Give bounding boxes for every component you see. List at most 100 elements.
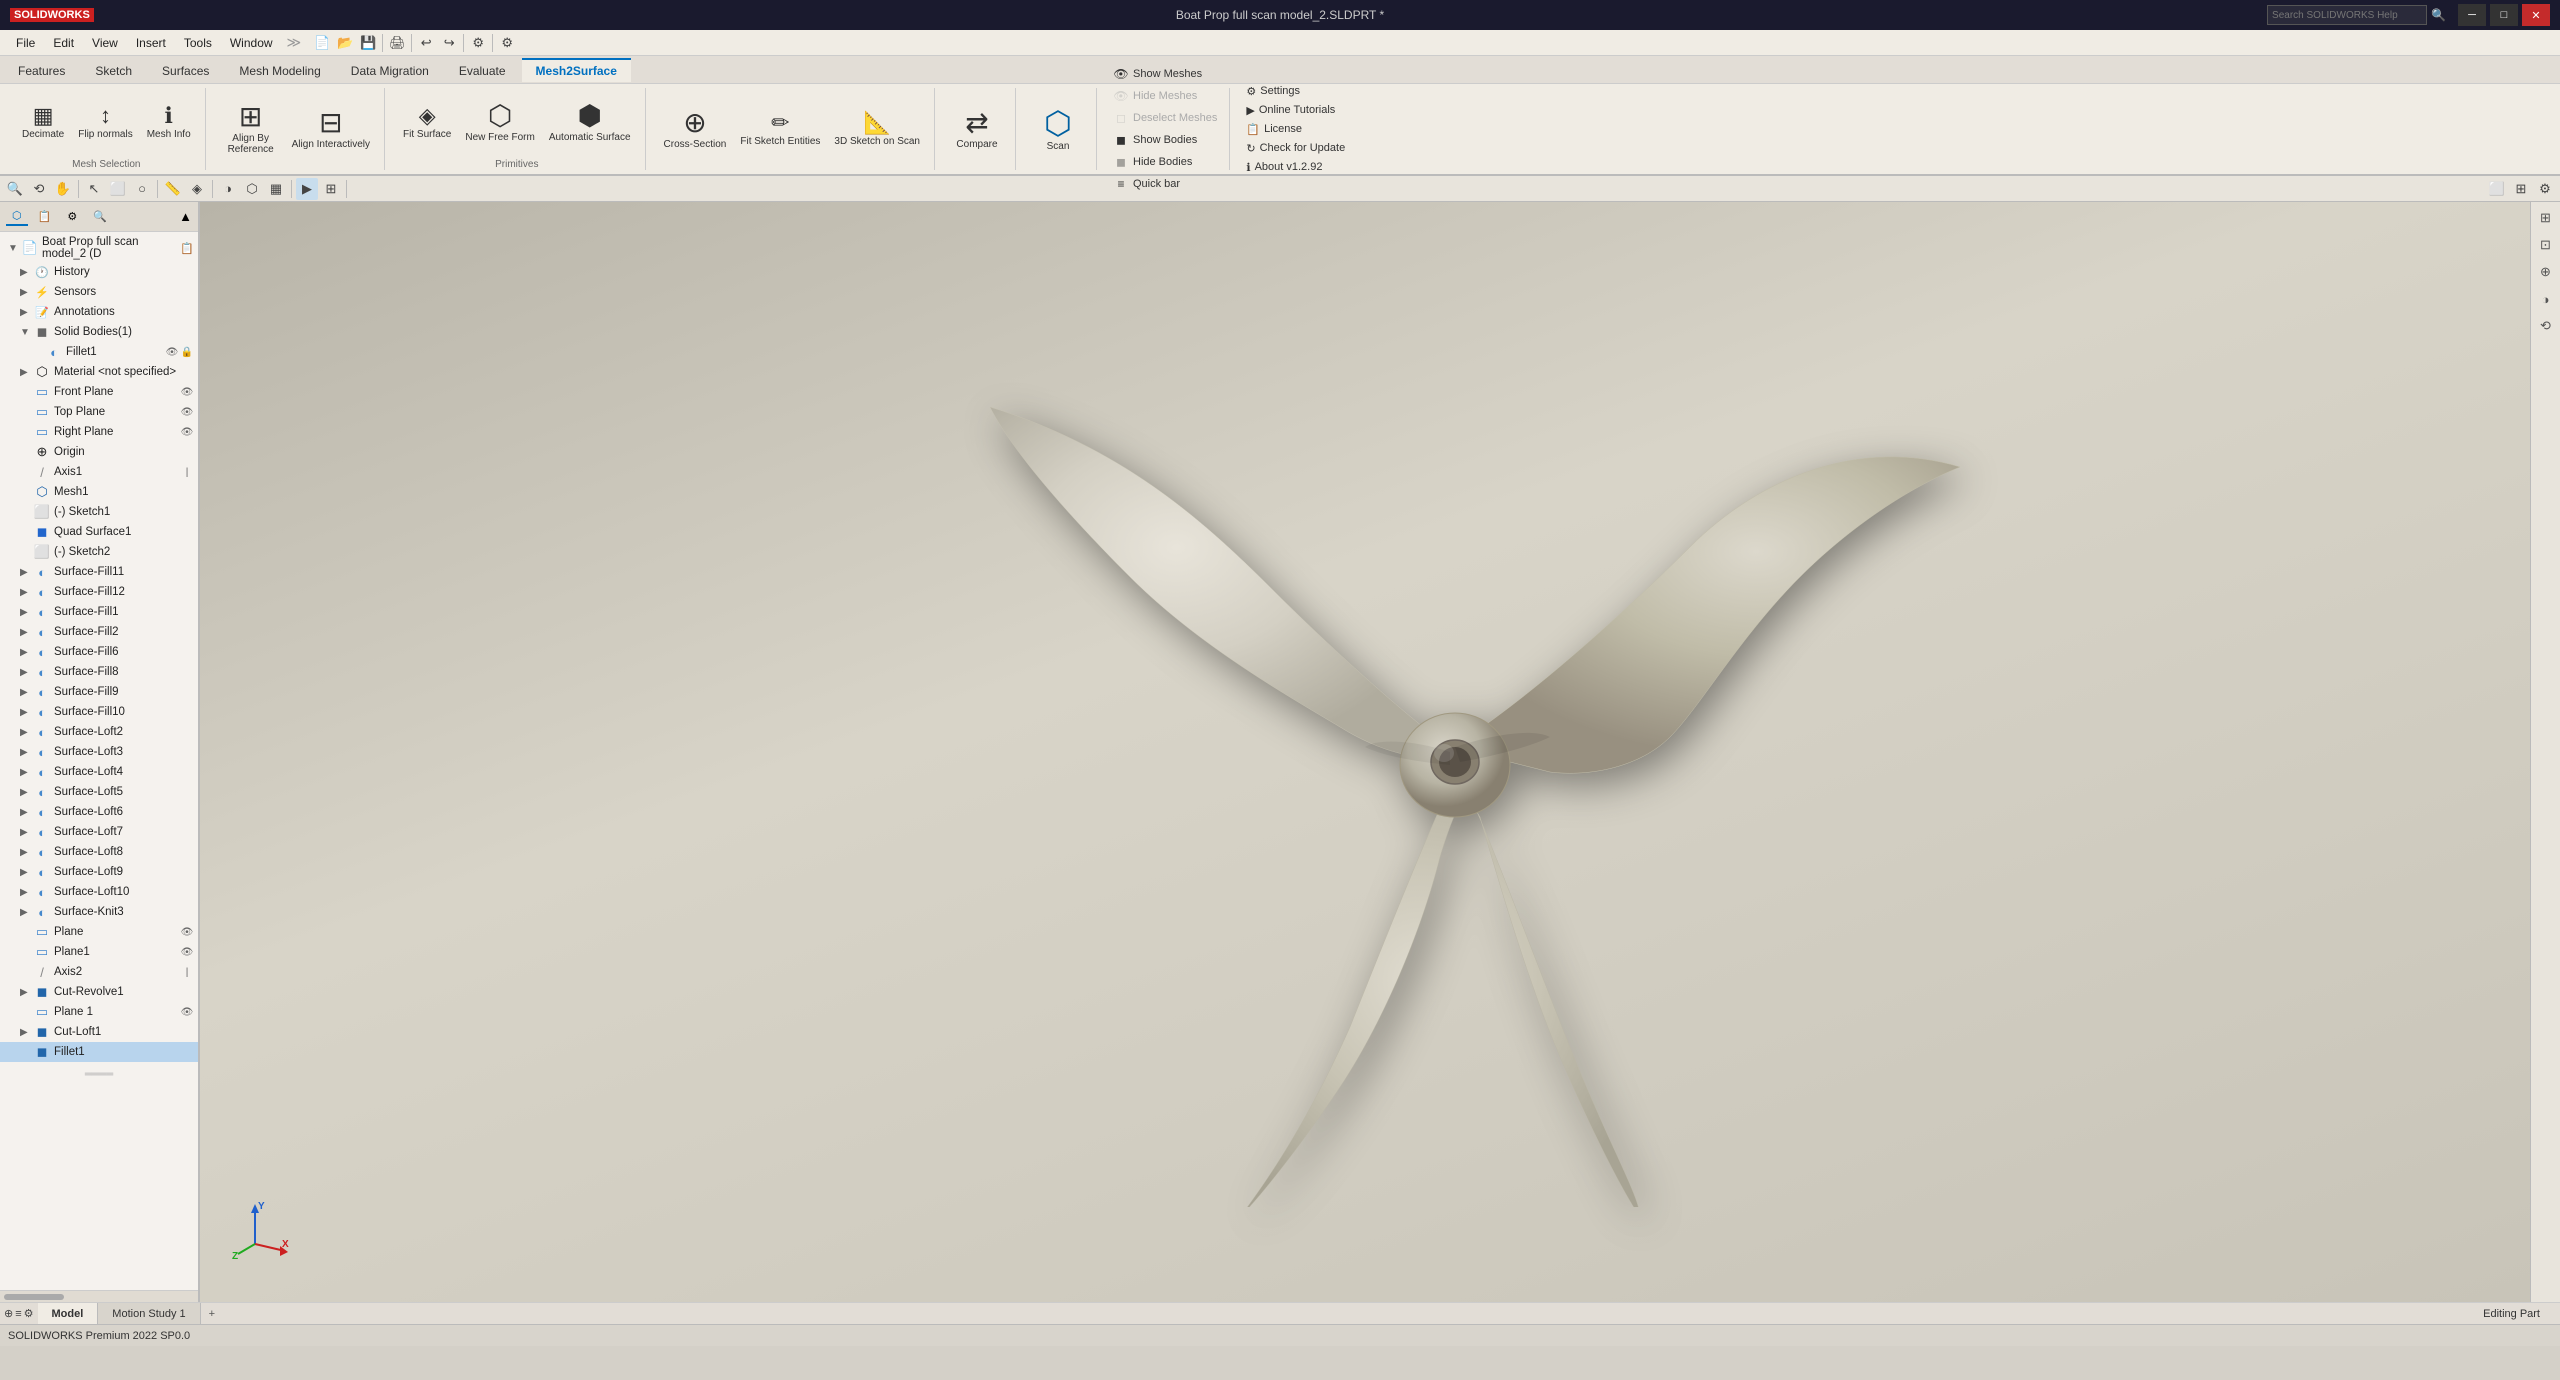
- ft-surface-loft3[interactable]: ▶ ◐ Surface-Loft3: [0, 742, 198, 762]
- ft-tab-search[interactable]: 🔍: [87, 208, 113, 225]
- close-button[interactable]: ✕: [2522, 4, 2550, 26]
- about-button[interactable]: ℹ About v1.2.92: [1242, 159, 1349, 176]
- open-btn[interactable]: 📂: [334, 32, 356, 54]
- rebuild-btn[interactable]: ⚙: [467, 32, 489, 54]
- options-btn[interactable]: ⚙: [496, 32, 518, 54]
- tree-drag-handle[interactable]: ════: [0, 1062, 198, 1086]
- ft-front-plane[interactable]: ▭ Front Plane 👁: [0, 382, 198, 402]
- menu-edit[interactable]: Edit: [45, 34, 82, 52]
- cross-section-button[interactable]: ⊕ Cross-Section: [658, 105, 733, 154]
- show-meshes-button[interactable]: 👁 Show Meshes: [1109, 64, 1221, 84]
- tab-model[interactable]: Model: [38, 1303, 99, 1324]
- tab-surfaces[interactable]: Surfaces: [148, 58, 223, 82]
- ft-plane-1[interactable]: ▭ Plane 1 👁: [0, 1002, 198, 1022]
- ft-mesh1[interactable]: ⬡ Mesh1: [0, 482, 198, 502]
- tb-section[interactable]: ◈: [186, 178, 208, 200]
- ft-axis2[interactable]: / Axis2 |: [0, 962, 198, 982]
- redo-btn[interactable]: ↪: [438, 32, 460, 54]
- ft-plane[interactable]: ▭ Plane 👁: [0, 922, 198, 942]
- rp-section[interactable]: ⊕: [2534, 260, 2558, 284]
- tab-mesh2surface[interactable]: Mesh2Surface: [522, 58, 631, 82]
- tb-settings2[interactable]: ⚙: [2534, 178, 2556, 200]
- tab-data-migration[interactable]: Data Migration: [337, 58, 443, 82]
- ft-tab-properties[interactable]: 📋: [32, 208, 58, 225]
- settings-button[interactable]: ⚙ Settings: [1242, 83, 1349, 100]
- flip-normals-button[interactable]: ↕ Flip normals: [72, 101, 138, 144]
- right-plane-eye[interactable]: 👁: [180, 425, 194, 439]
- menu-tools[interactable]: Tools: [176, 34, 220, 52]
- align-interactively-button[interactable]: ⊟ Align Interactively: [286, 105, 376, 154]
- maximize-button[interactable]: □: [2490, 4, 2518, 26]
- ft-annotations[interactable]: ▶ 📝 Annotations: [0, 302, 198, 322]
- tb-select[interactable]: ↖: [83, 178, 105, 200]
- ft-right-plane[interactable]: ▭ Right Plane 👁: [0, 422, 198, 442]
- deselect-meshes-button[interactable]: ◻ Deselect Meshes: [1109, 108, 1221, 128]
- ft-surface-fill8[interactable]: ▶ ◐ Surface-Fill8: [0, 662, 198, 682]
- ft-surface-loft2[interactable]: ▶ ◐ Surface-Loft2: [0, 722, 198, 742]
- menu-overflow[interactable]: ≫: [287, 34, 302, 51]
- hide-bodies-button[interactable]: ◼ Hide Bodies: [1109, 152, 1221, 172]
- ft-surface-loft4[interactable]: ▶ ◐ Surface-Loft4: [0, 762, 198, 782]
- new-btn[interactable]: 📄: [311, 32, 333, 54]
- viewport[interactable]: Y X Z ⊞ ⊡ ⊕ ◑ ⟲: [200, 202, 2560, 1302]
- ft-surface-fill1[interactable]: ▶ ◐ Surface-Fill1: [0, 602, 198, 622]
- front-plane-eye[interactable]: 👁: [180, 385, 194, 399]
- compare-button[interactable]: ⇄ Compare: [947, 105, 1007, 154]
- ft-tab-config[interactable]: ⚙: [61, 208, 83, 225]
- tree-scroll-thumb[interactable]: [4, 1294, 64, 1300]
- tb-shaded[interactable]: ◑: [217, 178, 239, 200]
- ft-expand-arrow[interactable]: ▲: [179, 209, 192, 224]
- ft-sketch1[interactable]: ⬜ (-) Sketch1: [0, 502, 198, 522]
- tab-icon-config[interactable]: ⚙: [24, 1307, 34, 1320]
- ft-material[interactable]: ▶ ⬡ Material <not specified>: [0, 362, 198, 382]
- fillet1-lock-icon[interactable]: 🔒: [180, 345, 194, 359]
- show-bodies-button[interactable]: ◼ Show Bodies: [1109, 130, 1221, 150]
- tab-icon-btn[interactable]: ⊕: [4, 1307, 13, 1320]
- hide-meshes-button[interactable]: 👁 Hide Meshes: [1109, 86, 1221, 106]
- tb-pan[interactable]: ✋: [52, 178, 74, 200]
- ft-surface-loft9[interactable]: ▶ ◐ Surface-Loft9: [0, 862, 198, 882]
- search-icon[interactable]: 🔍: [2431, 8, 2446, 22]
- plane1-eye[interactable]: 👁: [180, 945, 194, 959]
- ft-quad-surface1[interactable]: ◼ Quad Surface1: [0, 522, 198, 542]
- print-btn[interactable]: 🖨: [386, 32, 408, 54]
- ft-plane1[interactable]: ▭ Plane1 👁: [0, 942, 198, 962]
- ft-top-plane[interactable]: ▭ Top Plane 👁: [0, 402, 198, 422]
- tb-wireframe[interactable]: ⬡: [241, 178, 263, 200]
- tab-evaluate[interactable]: Evaluate: [445, 58, 520, 82]
- save-btn[interactable]: 💾: [357, 32, 379, 54]
- tb-lasso[interactable]: ○: [131, 178, 153, 200]
- ft-root[interactable]: ▼ 📄 Boat Prop full scan model_2 (D 📋: [0, 234, 198, 262]
- ft-surface-loft8[interactable]: ▶ ◐ Surface-Loft8: [0, 842, 198, 862]
- ft-surface-knit3[interactable]: ▶ ◐ Surface-Knit3: [0, 902, 198, 922]
- tb-rotate[interactable]: ⟲: [28, 178, 50, 200]
- ft-cut-revolve1[interactable]: ▶ ◼ Cut-Revolve1: [0, 982, 198, 1002]
- tb-expand[interactable]: ⬜: [2486, 178, 2508, 200]
- ft-cut-loft1[interactable]: ▶ ◼ Cut-Loft1: [0, 1022, 198, 1042]
- ft-fillet1-final[interactable]: ◼ Fillet1: [0, 1042, 198, 1062]
- quick-bar-button[interactable]: ≡ Quick bar: [1109, 174, 1221, 194]
- menu-insert[interactable]: Insert: [128, 34, 174, 52]
- feature-tree-content[interactable]: ▼ 📄 Boat Prop full scan model_2 (D 📋 ▶ 🕐…: [0, 232, 198, 1290]
- fit-surface-button[interactable]: ◈ Fit Surface: [397, 101, 457, 144]
- scan-button[interactable]: ⬡ Scan: [1028, 103, 1088, 156]
- ft-surface-fill11[interactable]: ▶ ◐ Surface-Fill11: [0, 562, 198, 582]
- ft-tab-model[interactable]: ⬡: [6, 207, 28, 226]
- tb-model-view[interactable]: ▶: [296, 178, 318, 200]
- search-input[interactable]: [2267, 5, 2427, 25]
- top-plane-eye[interactable]: 👁: [180, 405, 194, 419]
- tab-mesh-modeling[interactable]: Mesh Modeling: [225, 58, 334, 82]
- menu-view[interactable]: View: [84, 34, 126, 52]
- fit-sketch-button[interactable]: ✏ Fit Sketch Entities: [734, 108, 826, 151]
- tb-measure[interactable]: 📏: [162, 178, 184, 200]
- rp-view-orient[interactable]: ⊞: [2534, 206, 2558, 230]
- align-reference-button[interactable]: ⊞ Align By Reference: [218, 99, 284, 159]
- ft-surface-loft10[interactable]: ▶ ◐ Surface-Loft10: [0, 882, 198, 902]
- ft-sketch2[interactable]: ⬜ (-) Sketch2: [0, 542, 198, 562]
- ft-surface-loft5[interactable]: ▶ ◐ Surface-Loft5: [0, 782, 198, 802]
- 3d-sketch-button[interactable]: 📐 3D Sketch on Scan: [828, 108, 926, 151]
- ft-surface-fill10[interactable]: ▶ ◐ Surface-Fill10: [0, 702, 198, 722]
- undo-btn[interactable]: ↩: [415, 32, 437, 54]
- menu-file[interactable]: File: [8, 34, 43, 52]
- tb-zoom[interactable]: 🔍: [4, 178, 26, 200]
